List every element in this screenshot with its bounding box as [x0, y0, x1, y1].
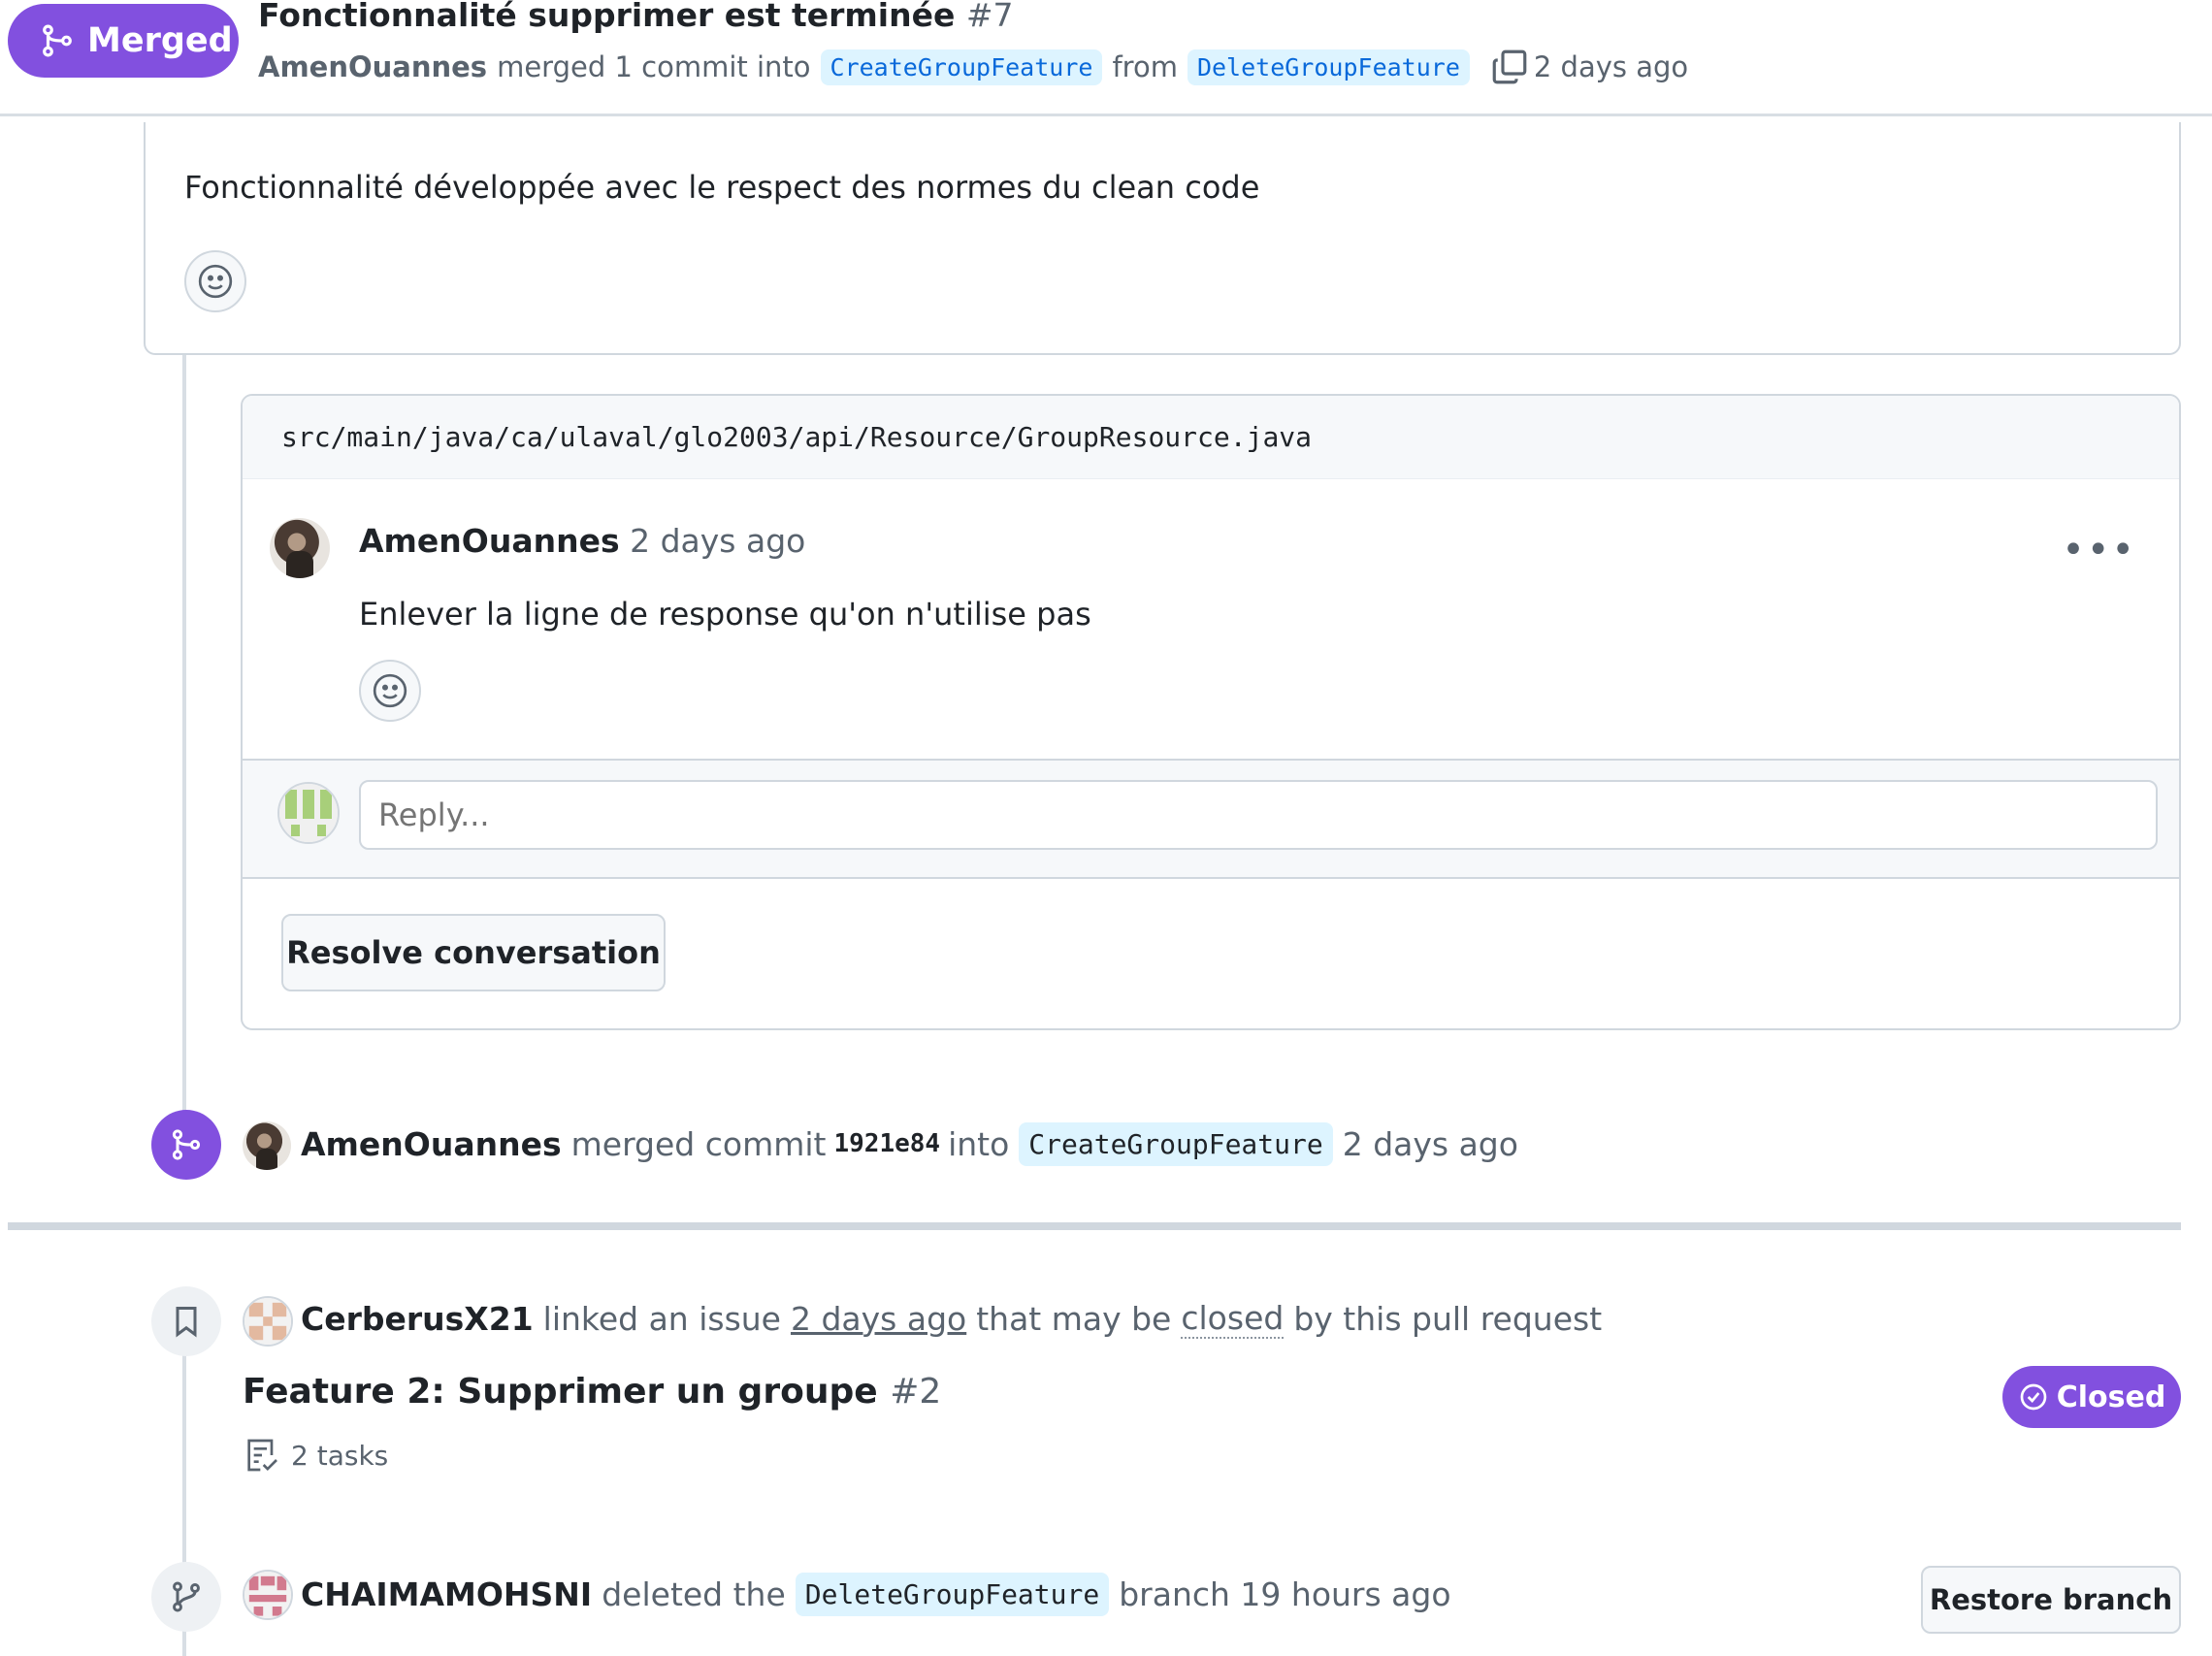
identicon-icon	[279, 784, 338, 842]
reply-input[interactable]	[359, 780, 2158, 850]
current-user-avatar	[277, 782, 340, 844]
avatar[interactable]	[270, 518, 330, 578]
comment-time[interactable]: 2 days ago	[630, 522, 805, 560]
avatar[interactable]	[243, 1570, 293, 1620]
smiley-icon	[198, 264, 233, 299]
bookmark-icon	[176, 1307, 197, 1338]
smiley-icon	[373, 673, 407, 708]
from-text: from	[1112, 50, 1178, 83]
identicon-icon	[244, 1298, 291, 1345]
pr-title-text: Fonctionnalité supprimer est terminée	[258, 0, 956, 34]
restore-branch-button[interactable]: Restore branch	[1921, 1566, 2181, 1634]
link-event-text: CerberusX21 linked an issue 2 days ago t…	[301, 1294, 1602, 1343]
deleted-branch-time: branch 19 hours ago	[1119, 1575, 1451, 1613]
issue-tasks: 2 tasks	[243, 1436, 388, 1475]
deleted-branch-chip[interactable]: DeleteGroupFeature	[795, 1572, 1110, 1616]
deleted-text: deleted the	[602, 1575, 786, 1613]
checklist-icon	[247, 1439, 277, 1472]
link-author-link[interactable]: CerberusX21	[301, 1300, 534, 1338]
base-branch-chip[interactable]: CreateGroupFeature	[820, 49, 1103, 85]
add-reaction-button[interactable]	[184, 250, 246, 312]
timeline-divider	[8, 1222, 2181, 1230]
link-text-2: that may be	[976, 1299, 1172, 1338]
link-text: linked an issue	[542, 1299, 781, 1338]
git-merge-icon	[43, 24, 72, 57]
pr-number: #7	[965, 0, 1014, 34]
pr-description-text: Fonctionnalité développée avec le respec…	[184, 169, 1260, 206]
check-circle-icon	[2020, 1383, 2047, 1411]
resolve-conversation-button[interactable]: Resolve conversation	[281, 914, 666, 991]
avatar[interactable]	[243, 1296, 293, 1347]
timeline-line	[182, 355, 186, 1160]
merged-text: merged 1 commit into	[497, 50, 811, 83]
merge-branch-chip[interactable]: CreateGroupFeature	[1019, 1121, 1333, 1166]
thread-file-header: src/main/java/ca/ulaval/glo2003/api/Reso…	[243, 396, 2179, 479]
link-text-3: by this pull request	[1293, 1299, 1603, 1338]
delete-event-text: CHAIMAMOHSNI deleted the DeleteGroupFeat…	[301, 1570, 1451, 1618]
merged-status-label: Merged	[87, 21, 233, 60]
linked-issue-title-text[interactable]: Feature 2: Supprimer un groupe	[243, 1372, 878, 1412]
delete-author-link[interactable]: CHAIMAMOHSNI	[301, 1575, 592, 1613]
merge-event-text: AmenOuannes merged commit 1921e84 into C…	[301, 1120, 1518, 1168]
git-merge-icon	[172, 1129, 201, 1160]
merge-time[interactable]: 2 days ago	[1343, 1125, 1518, 1163]
into-text: into	[948, 1124, 1010, 1163]
pr-time: 2 days ago	[1533, 50, 1689, 83]
git-branch-icon	[173, 1581, 200, 1612]
pr-title: Fonctionnalité supprimer est terminée #7	[258, 0, 1014, 34]
comment-body: Enlever la ligne de response qu'on n'uti…	[359, 596, 1091, 633]
comment-options-button[interactable]: •••	[2062, 528, 2136, 572]
copy-icon[interactable]	[1489, 47, 1530, 87]
pr-author-link[interactable]: AmenOuannes	[258, 50, 487, 83]
comment-header: AmenOuannes 2 days ago	[359, 522, 805, 560]
merged-status-badge: Merged	[8, 4, 239, 78]
identicon-icon	[244, 1572, 291, 1618]
reply-area	[243, 759, 2179, 879]
pr-description-box: Fonctionnalité développée avec le respec…	[144, 122, 2181, 355]
review-thread: src/main/java/ca/ulaval/glo2003/api/Reso…	[241, 394, 2181, 1030]
thread-file-path[interactable]: src/main/java/ca/ulaval/glo2003/api/Reso…	[281, 421, 1312, 453]
link-event-icon	[151, 1286, 221, 1356]
merge-event-icon	[151, 1110, 221, 1180]
comment-author-link[interactable]: AmenOuannes	[359, 522, 620, 560]
delete-branch-event-icon	[151, 1562, 221, 1632]
pr-meta-line: AmenOuannes merged 1 commit into CreateG…	[258, 45, 1688, 89]
pr-sticky-header: Merged Fonctionnalité supprimer est term…	[0, 0, 2212, 116]
issue-closed-badge: Closed	[2002, 1366, 2181, 1428]
merge-text: merged commit	[570, 1124, 827, 1163]
link-time[interactable]: 2 days ago	[791, 1300, 966, 1338]
commit-sha-link[interactable]: 1921e84	[833, 1129, 940, 1158]
tasks-count: 2 tasks	[291, 1439, 389, 1472]
closed-tooltip-word[interactable]: closed	[1181, 1299, 1285, 1339]
linked-issue-number: #2	[890, 1372, 942, 1412]
head-branch-chip[interactable]: DeleteGroupFeature	[1187, 49, 1470, 85]
linked-issue-title[interactable]: Feature 2: Supprimer un groupe #2	[243, 1372, 941, 1412]
merge-author-link[interactable]: AmenOuannes	[301, 1125, 562, 1163]
avatar[interactable]	[243, 1121, 291, 1170]
issue-closed-label: Closed	[2056, 1380, 2166, 1414]
add-reaction-button[interactable]	[359, 660, 421, 722]
